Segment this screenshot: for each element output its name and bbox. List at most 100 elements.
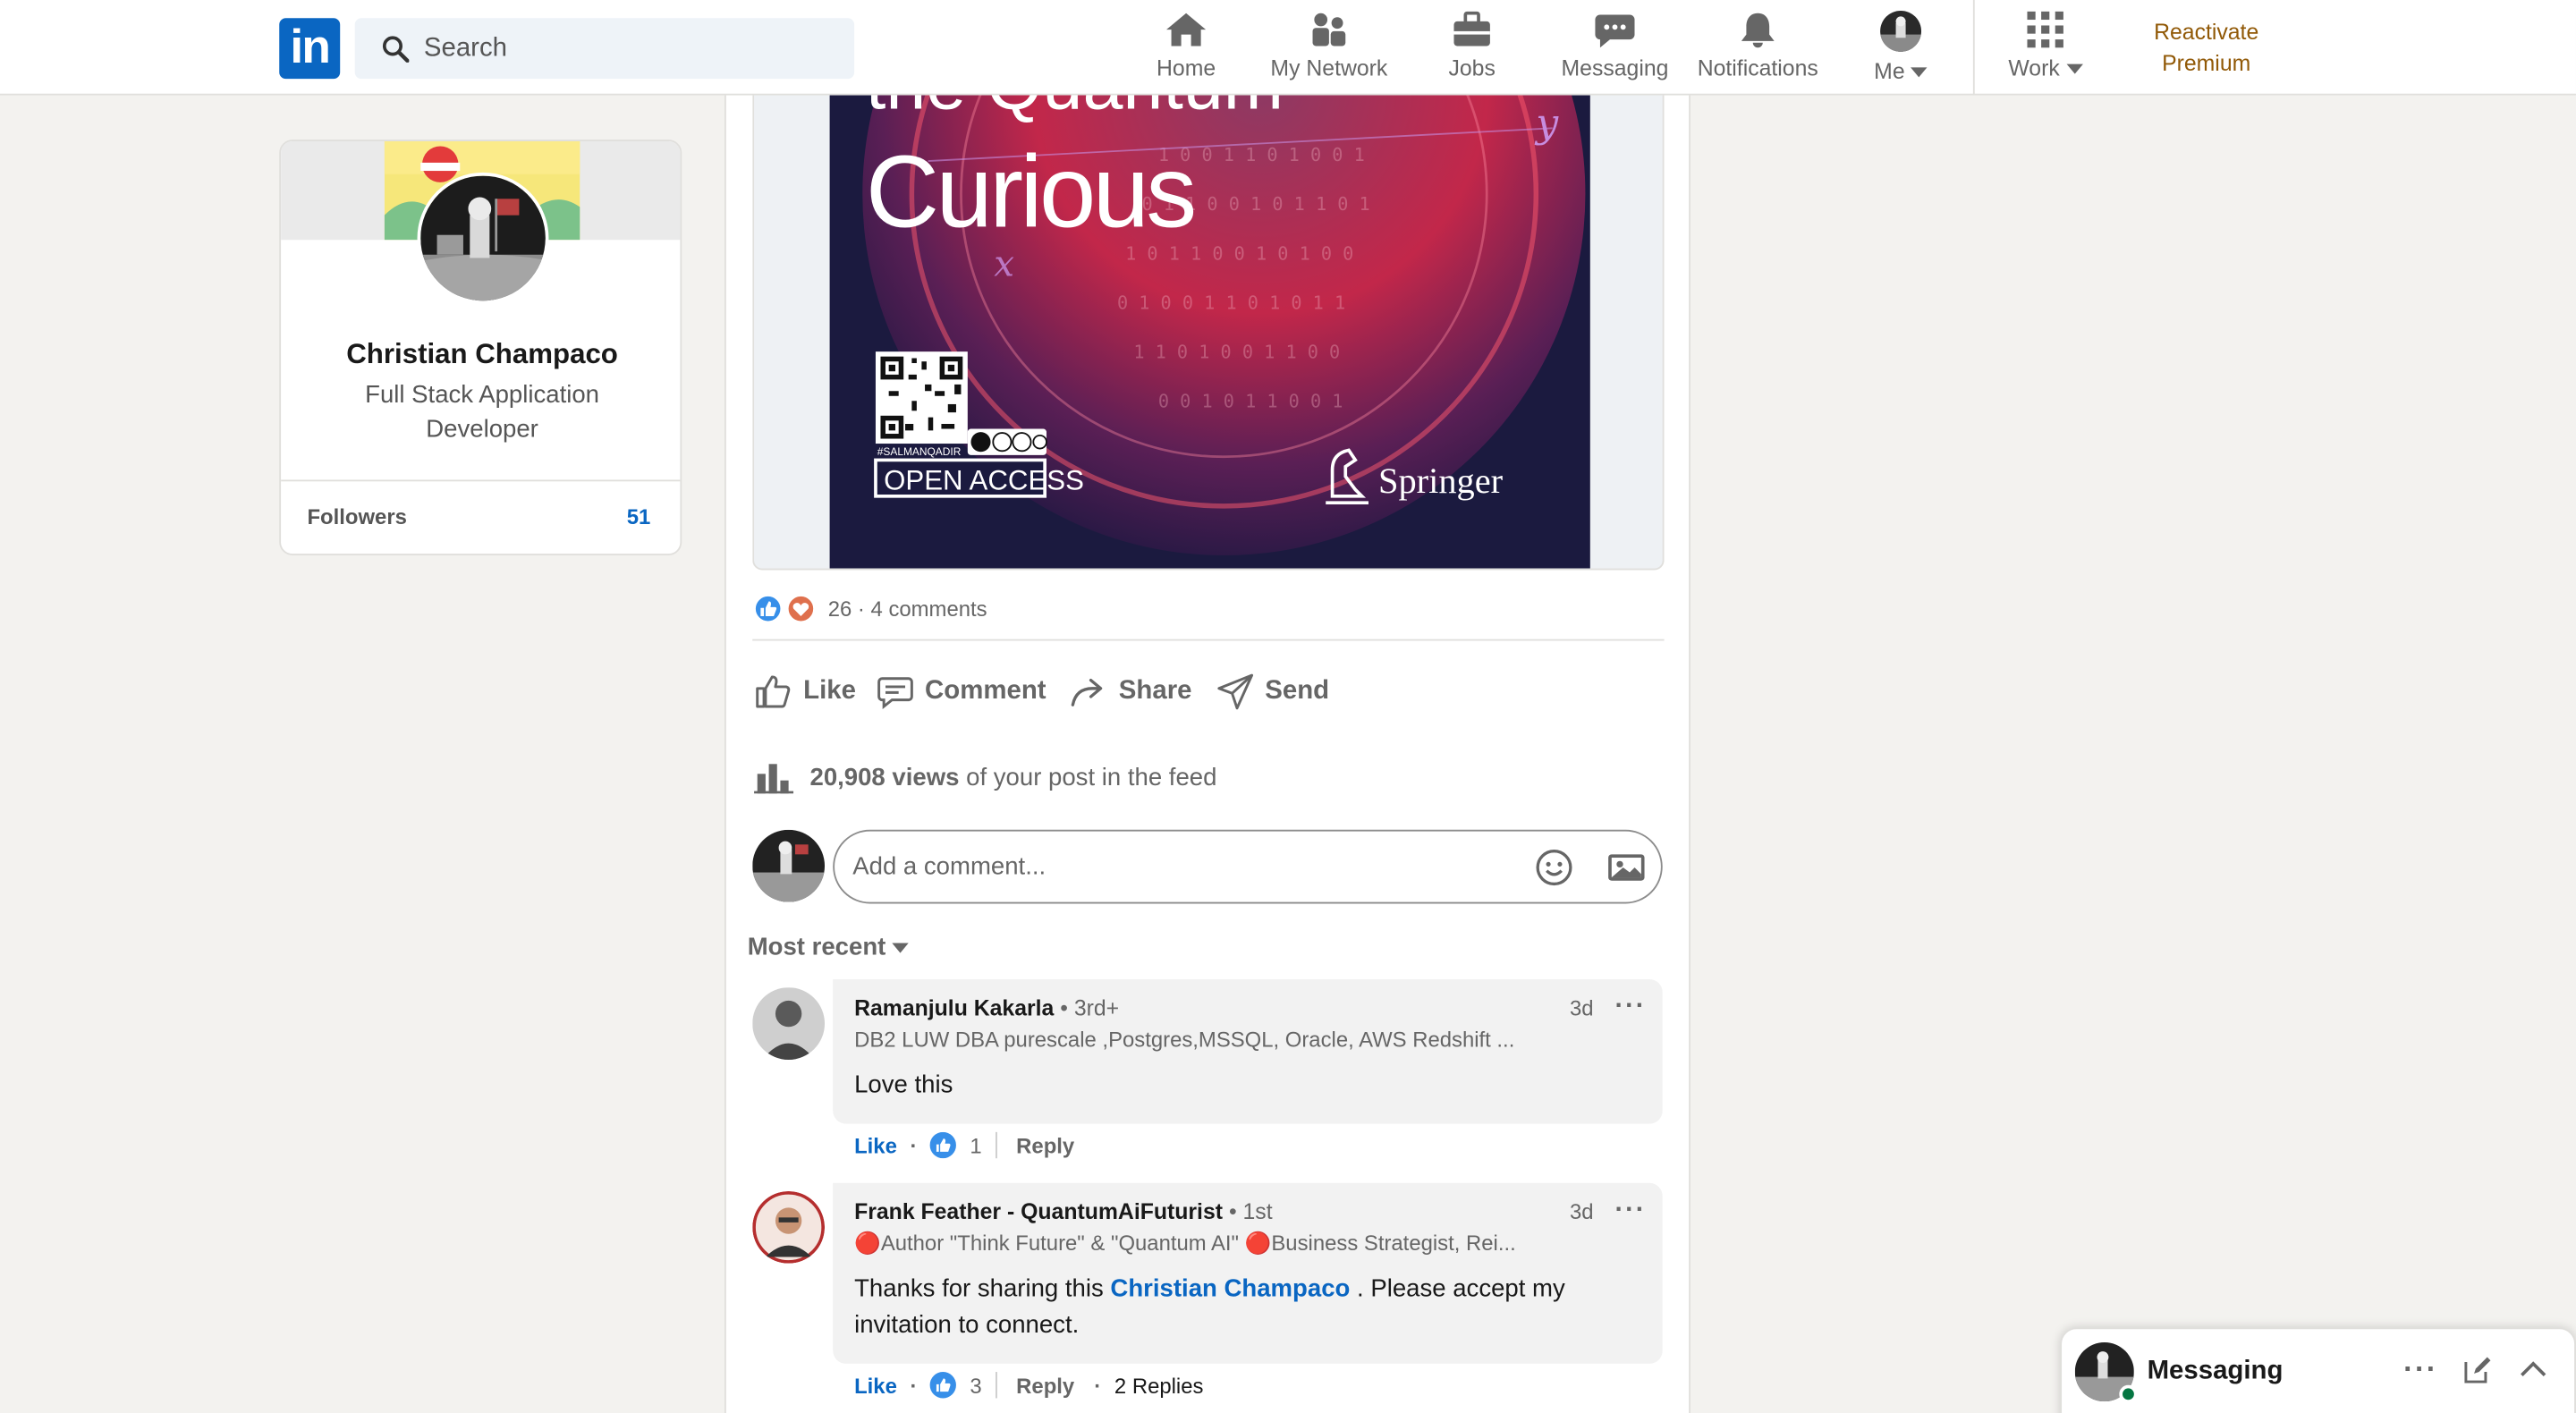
current-user-avatar xyxy=(752,829,826,902)
dot-separator: · xyxy=(857,596,871,622)
sort-dropdown[interactable]: Most recent xyxy=(748,934,910,961)
comment-like-button[interactable]: Like xyxy=(854,1373,897,1398)
premium-line1: Reactivate xyxy=(2154,20,2259,45)
profile-avatar[interactable] xyxy=(417,172,549,304)
add-comment-input[interactable] xyxy=(852,831,1510,902)
cc-license-icon xyxy=(967,428,1047,455)
nav-my-network-label: My Network xyxy=(1270,55,1388,81)
like-reaction-icon xyxy=(930,1372,957,1399)
analytics-bar-icon xyxy=(754,764,794,794)
comment-label: Comment xyxy=(925,676,1046,706)
svg-text:1 1 0 1 0 0 1 1 0 0: 1 1 0 1 0 0 1 1 0 0 xyxy=(1133,342,1340,363)
more-options-icon[interactable]: ··· xyxy=(1615,993,1647,1022)
comment-text: Love this xyxy=(854,1070,953,1100)
nav-notifications-label: Notifications xyxy=(1697,55,1818,81)
comment-bubble: Ramanjulu Kakarla • 3rd+ DB2 LUW DBA pur… xyxy=(833,978,1663,1124)
nav-jobs-label: Jobs xyxy=(1448,55,1496,81)
replies-link[interactable]: 2 Replies xyxy=(1114,1373,1204,1398)
search-icon xyxy=(381,35,410,71)
reaction-count[interactable]: 26 xyxy=(828,597,852,622)
book-title-partial: the Quantum xyxy=(866,96,1284,125)
comment-author[interactable]: Ramanjulu Kakarla xyxy=(854,995,1054,1020)
compose-icon[interactable] xyxy=(2462,1356,2492,1393)
mention-link[interactable]: Christian Champaco xyxy=(1110,1275,1350,1303)
search-bar[interactable] xyxy=(354,18,855,80)
book-cover-image[interactable]: 1 0 0 1 1 0 1 0 0 1 0 1 1 0 0 1 0 1 1 0 … xyxy=(829,95,1590,569)
nav-work[interactable]: Work xyxy=(2001,10,2089,86)
dot-separator: · xyxy=(1094,1372,1102,1398)
feed-post: 1 0 0 1 1 0 1 0 0 1 0 1 1 0 0 1 0 1 1 0 … xyxy=(724,95,1690,1413)
me-avatar-icon xyxy=(1880,10,1922,52)
like-button[interactable]: Like xyxy=(754,667,856,716)
share-label: Share xyxy=(1118,676,1192,706)
followers-count[interactable]: 51 xyxy=(627,504,651,529)
reply-button[interactable]: Reply xyxy=(1016,1133,1074,1158)
nav-jobs[interactable]: Jobs xyxy=(1439,10,1504,86)
share-button[interactable]: Share xyxy=(1070,667,1192,716)
connection-degree: • 1st xyxy=(1228,1199,1273,1224)
reply-button[interactable]: Reply xyxy=(1016,1373,1074,1398)
comment-actions: Like · 3 Reply · 2 Replies xyxy=(854,1372,1204,1399)
views-row: 20,908 views of your post in the feed xyxy=(809,763,1216,791)
comment-like-count[interactable]: 3 xyxy=(970,1373,981,1398)
connection-degree: • 3rd+ xyxy=(1060,995,1120,1020)
profile-title: Full Stack Application Developer xyxy=(365,381,599,444)
open-access-badge: OPEN ACCESS xyxy=(884,464,1084,495)
more-options-icon[interactable]: ··· xyxy=(2403,1352,2438,1387)
action-divider xyxy=(995,1372,997,1399)
image-icon[interactable] xyxy=(1606,848,1646,895)
people-icon xyxy=(1312,13,1346,47)
more-options-icon[interactable]: ··· xyxy=(1615,1196,1647,1225)
comment-author-row: Ramanjulu Kakarla • 3rd+ xyxy=(854,995,1119,1020)
share-arrow-icon xyxy=(1071,678,1103,706)
comment-like-button[interactable]: Like xyxy=(854,1133,897,1158)
emoji-icon[interactable] xyxy=(1534,848,1573,895)
comment-author[interactable]: Frank Feather - QuantumAiFuturist xyxy=(854,1199,1223,1224)
nav-messaging[interactable]: Messaging xyxy=(1559,10,1671,86)
post-views[interactable]: 20,908 views of your post in the feed xyxy=(754,761,1216,794)
qr-caption: #SALMANQADIR xyxy=(877,445,962,458)
send-button[interactable]: Send xyxy=(1216,667,1329,716)
nav-work-row: Work xyxy=(2001,55,2089,80)
svg-text:0 0 1 0 1 1 0 0 1: 0 0 1 0 1 1 0 0 1 xyxy=(1158,391,1343,412)
love-reaction-icon xyxy=(786,595,816,623)
nav-notifications[interactable]: Notifications xyxy=(1692,10,1824,86)
search-input[interactable] xyxy=(423,18,835,80)
nav-home[interactable]: Home xyxy=(1150,10,1223,86)
add-comment-box[interactable] xyxy=(833,829,1663,904)
comment-button[interactable]: Comment xyxy=(876,667,1046,716)
linkedin-logo-icon[interactable]: in xyxy=(279,18,341,80)
nav-me[interactable]: Me xyxy=(1866,10,1935,86)
paper-plane-icon xyxy=(1217,673,1254,710)
chevron-up-icon[interactable] xyxy=(2519,1356,2548,1393)
comments-count[interactable]: 4 comments xyxy=(871,597,987,622)
comment-author-row: Frank Feather - QuantumAiFuturist • 1st xyxy=(854,1199,1273,1224)
comment-like-count[interactable]: 1 xyxy=(970,1133,981,1158)
views-count: 20,908 views xyxy=(809,763,960,791)
commenter-avatar[interactable] xyxy=(752,1190,826,1264)
publisher-name: Springer xyxy=(1378,461,1504,501)
premium-line2: Premium xyxy=(2162,50,2251,76)
profile-card: Christian Champaco Full Stack Applicatio… xyxy=(279,140,682,555)
document-frame[interactable]: 1 0 0 1 1 0 1 0 0 1 0 1 1 0 0 1 0 1 1 0 … xyxy=(752,95,1665,571)
chat-icon xyxy=(1595,14,1635,48)
bell-icon xyxy=(1741,13,1775,48)
action-divider xyxy=(995,1131,997,1159)
nav-home-label: Home xyxy=(1157,55,1216,81)
messaging-dock[interactable]: Messaging ··· xyxy=(2060,1327,2576,1413)
comment-time: 3d xyxy=(1570,995,1594,1020)
comment-text-before: Thanks for sharing this xyxy=(854,1274,1111,1303)
commenter-avatar[interactable] xyxy=(752,987,826,1060)
qr-code-icon xyxy=(875,351,968,444)
comment-time: 3d xyxy=(1570,1199,1594,1224)
reactivate-premium-link[interactable]: Reactivate Premium xyxy=(2124,16,2289,79)
chevron-down-icon xyxy=(892,942,910,952)
profile-name[interactable]: Christian Champaco xyxy=(281,338,680,371)
comment-headline: DB2 LUW DBA purescale ,Postgres,MSSQL, O… xyxy=(854,1027,1515,1052)
comment-headline: 🔴Author "Think Future" & "Quantum AI" 🔴B… xyxy=(854,1231,1516,1256)
followers-label[interactable]: Followers xyxy=(307,504,406,529)
nav-my-network[interactable]: My Network xyxy=(1262,10,1397,86)
home-icon xyxy=(1166,13,1207,47)
nav-me-label: Me xyxy=(1874,59,1905,84)
grid-icon xyxy=(2027,11,2063,48)
